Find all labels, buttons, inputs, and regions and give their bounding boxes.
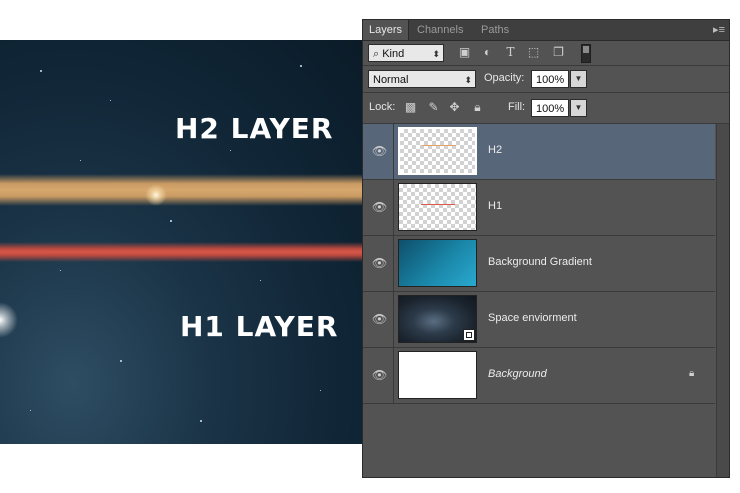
star: [320, 390, 321, 391]
divider: [393, 180, 394, 235]
visibility-eye-icon[interactable]: 👁︎: [372, 145, 387, 157]
layer-thumbnail: [398, 183, 477, 231]
layer-thumbnail: [398, 127, 477, 175]
opacity-slider-button[interactable]: ▼: [570, 70, 587, 88]
layer-thumbnail: [398, 351, 477, 399]
star: [40, 70, 42, 72]
layer-row-space-enviorment[interactable]: 👁︎ Space enviorment: [363, 292, 715, 348]
layer-row-h2[interactable]: 👁︎ H2: [363, 124, 715, 180]
star: [260, 280, 261, 281]
h1-layer-text: H1 LAYER: [180, 310, 339, 343]
layer-row-h1[interactable]: 👁︎ H1: [363, 180, 715, 236]
h2-layer-text: H2 LAYER: [175, 112, 334, 145]
star: [120, 360, 122, 362]
dropdown-arrow-icon: ⬍: [464, 75, 472, 85]
lock-transparent-icon[interactable]: ▩: [404, 101, 417, 114]
visibility-eye-icon[interactable]: 👁︎: [372, 257, 387, 269]
panel-tab-bar: Layers Channels Paths ▸≡: [363, 20, 729, 41]
star: [170, 220, 172, 222]
star: [110, 100, 111, 101]
blend-row: Normal ⬍ Opacity: 100% ▼: [363, 66, 729, 93]
divider: [393, 348, 394, 403]
shape-filter-icon[interactable]: ⬚: [527, 46, 540, 59]
layer-row-background[interactable]: 👁︎ Background 🔒︎: [363, 348, 715, 404]
thumb-stroke: [421, 204, 455, 205]
h1-light-band: [0, 242, 362, 262]
lock-move-icon[interactable]: ✥: [448, 101, 461, 114]
lock-label: Lock:: [369, 101, 396, 113]
fill-label: Fill:: [508, 101, 526, 113]
filter-toggle-icon[interactable]: [581, 44, 591, 63]
opacity-label: Opacity:: [484, 72, 525, 84]
adjustment-filter-icon[interactable]: ◐: [481, 46, 494, 59]
lock-row: Lock: ▩ ✎ ✥ 🔒︎ Fill: 100% ▼: [363, 93, 729, 124]
h2-light-band: [0, 174, 362, 206]
fill-slider-button[interactable]: ▼: [570, 99, 587, 117]
tab-paths[interactable]: Paths: [475, 20, 515, 40]
thumb-stroke: [422, 145, 456, 146]
layer-name: Background Gradient: [488, 256, 592, 268]
star-glow: [0, 302, 18, 338]
divider: [393, 236, 394, 291]
star: [30, 410, 31, 411]
filter-row: ⌕ Kind ⬍ ▣ ◐ T ⬚ ❐: [363, 41, 729, 66]
blend-mode-dropdown[interactable]: Normal ⬍: [368, 70, 476, 88]
star: [80, 160, 81, 161]
type-filter-icon[interactable]: T: [504, 46, 517, 59]
layer-list: 👁︎ H2 👁︎ H1 👁︎ Background Gradient 👁︎ Sp…: [363, 124, 715, 477]
tab-layers[interactable]: Layers: [363, 20, 410, 40]
smart-object-icon: [463, 329, 475, 341]
layer-thumbnail: [398, 239, 477, 287]
tab-channels[interactable]: Channels: [411, 20, 469, 40]
star: [230, 150, 231, 151]
star: [300, 65, 302, 67]
visibility-eye-icon[interactable]: 👁︎: [372, 313, 387, 325]
divider: [393, 124, 394, 179]
kind-filter-dropdown[interactable]: ⌕ Kind ⬍: [368, 44, 444, 62]
visibility-eye-icon[interactable]: 👁︎: [372, 201, 387, 213]
layer-name: H2: [488, 144, 503, 156]
lock-brush-icon[interactable]: ✎: [427, 101, 440, 114]
layer-name: Background: [488, 368, 547, 380]
lens-flare: [145, 184, 167, 206]
search-icon: ⌕: [373, 48, 383, 60]
lock-all-icon[interactable]: 🔒︎: [471, 101, 484, 114]
opacity-input[interactable]: 100%: [531, 70, 569, 88]
layer-thumbnail: [398, 295, 477, 343]
blend-mode-value: Normal: [373, 74, 409, 86]
layers-panel: Layers Channels Paths ▸≡ ⌕ Kind ⬍ ▣ ◐ T …: [362, 19, 730, 478]
layer-row-background-gradient[interactable]: 👁︎ Background Gradient: [363, 236, 715, 292]
canvas-image: H2 LAYER H1 LAYER: [0, 40, 362, 444]
dropdown-arrow-icon: ⬍: [432, 49, 440, 59]
kind-label: Kind: [382, 48, 405, 60]
smart-object-filter-icon[interactable]: ❐: [552, 46, 565, 59]
layer-lock-icon: 🔒︎: [689, 368, 695, 379]
panel-menu-icon[interactable]: ▸≡: [713, 23, 725, 36]
star: [200, 420, 202, 422]
layer-name: H1: [488, 200, 503, 212]
divider: [393, 292, 394, 347]
image-filter-icon[interactable]: ▣: [458, 46, 471, 59]
layers-scrollbar[interactable]: [716, 124, 729, 477]
visibility-eye-icon[interactable]: 👁︎: [372, 369, 387, 381]
star: [60, 270, 61, 271]
fill-input[interactable]: 100%: [531, 99, 569, 117]
layer-name: Space enviorment: [488, 312, 577, 324]
